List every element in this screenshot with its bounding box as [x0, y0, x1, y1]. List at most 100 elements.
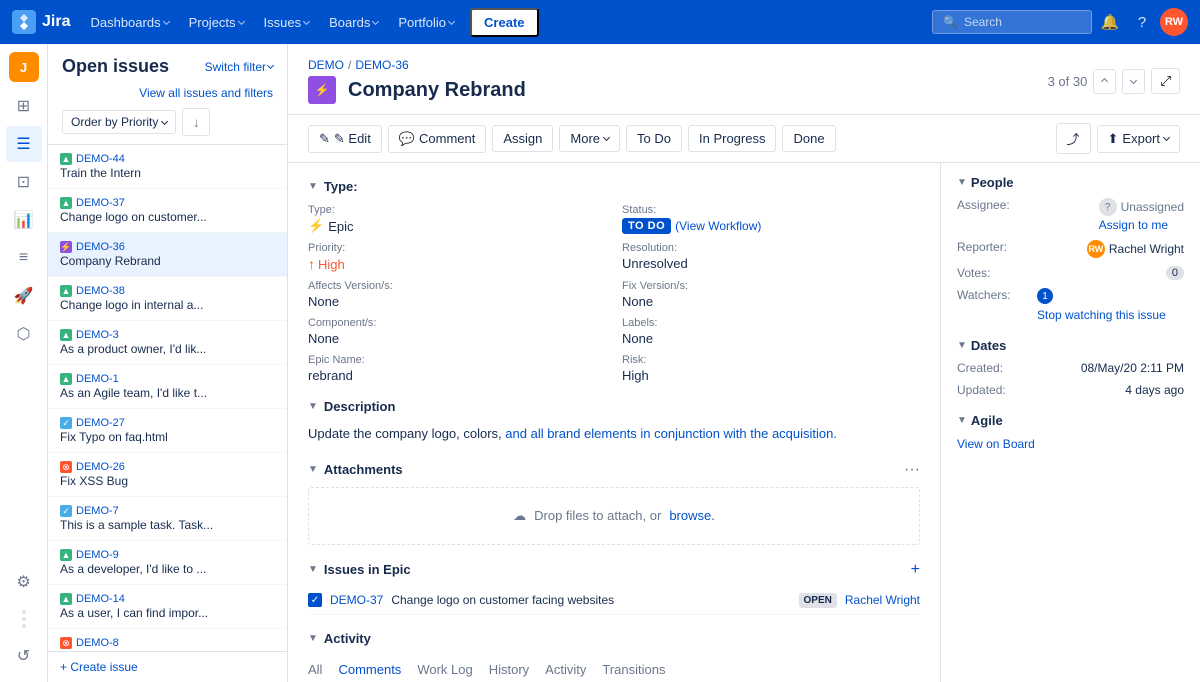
people-section: ▼ People Assignee: ? Unassigned Assign t…	[957, 175, 1184, 322]
nav-portfolio[interactable]: Portfolio	[390, 11, 462, 34]
search-box[interactable]: 🔍 Search	[932, 10, 1092, 34]
attachments-header[interactable]: ▼ Attachments	[308, 462, 403, 477]
order-by-button[interactable]: Order by Priority	[62, 110, 176, 134]
affects-value: None	[308, 294, 606, 309]
issue-id: DEMO-36	[76, 241, 125, 253]
create-issue-footer[interactable]: + Create issue	[48, 651, 287, 682]
epic-issue-assignee[interactable]: Rachel Wright	[845, 593, 920, 607]
list-item[interactable]: ✓ DEMO-7 This is a sample task. Task...	[48, 497, 287, 541]
epic-issue-checkbox[interactable]: ✓	[308, 593, 322, 607]
done-button[interactable]: Done	[782, 125, 835, 152]
nav-projects[interactable]: Projects	[181, 11, 252, 34]
dates-header[interactable]: ▼ Dates	[957, 338, 1184, 353]
sidebar-releases[interactable]: 🚀	[6, 278, 42, 314]
details-section-header[interactable]: ▼ Type:	[308, 179, 920, 194]
switch-filter[interactable]: Switch filter	[205, 60, 273, 74]
agile-header[interactable]: ▼ Agile	[957, 413, 1184, 428]
user-avatar[interactable]: RW	[1160, 8, 1188, 36]
issue-id: DEMO-27	[76, 417, 125, 429]
next-issue-button[interactable]	[1122, 69, 1145, 94]
nav-boards[interactable]: Boards	[321, 11, 386, 34]
edit-icon: ✎	[319, 131, 330, 147]
attachments-section: ▼ Attachments ··· ☁ Drop files to attach…	[308, 461, 920, 545]
help-icon[interactable]: ?	[1128, 8, 1156, 36]
list-item[interactable]: ▲ DEMO-3 As a product owner, I'd lik...	[48, 321, 287, 365]
list-item[interactable]: ▲ DEMO-14 As a user, I can find impor...	[48, 585, 287, 629]
sidebar-reports[interactable]: 📊	[6, 202, 42, 238]
attachments-dropzone[interactable]: ☁ Drop files to attach, or browse.	[308, 487, 920, 545]
epic-issue-status: OPEN	[799, 593, 837, 608]
tab-comments[interactable]: Comments	[338, 656, 401, 682]
description-header[interactable]: ▼ Description	[308, 399, 920, 414]
sort-direction-button[interactable]: ↓	[182, 108, 210, 136]
list-item[interactable]: ⊗ DEMO-8	[48, 629, 287, 651]
list-item[interactable]: ▲ DEMO-38 Change logo in internal a...	[48, 277, 287, 321]
browse-link[interactable]: browse.	[669, 508, 715, 523]
stop-watching-link[interactable]: Stop watching this issue	[1037, 308, 1166, 322]
list-item[interactable]: ▲ DEMO-44 Train the Intern	[48, 145, 287, 189]
assign-button[interactable]: Assign	[492, 125, 553, 152]
tab-transitions[interactable]: Transitions	[602, 656, 665, 682]
list-item[interactable]: ▲ DEMO-9 As a developer, I'd like to ...	[48, 541, 287, 585]
add-epic-issue-button[interactable]: +	[911, 561, 920, 579]
sidebar-issues[interactable]: ☰	[6, 126, 42, 162]
more-button[interactable]: More	[559, 125, 620, 152]
people-header[interactable]: ▼ People	[957, 175, 1184, 190]
tab-all[interactable]: All	[308, 656, 322, 682]
logo[interactable]: Jira	[12, 10, 70, 34]
share-button[interactable]: ⤴	[1056, 123, 1091, 154]
story-icon: ▲	[60, 329, 72, 341]
comment-button[interactable]: 💬 Comment	[388, 125, 487, 153]
sidebar-home[interactable]: ⊞	[6, 88, 42, 124]
nav-issues[interactable]: Issues	[256, 11, 318, 34]
sidebar-settings[interactable]: ⚙	[6, 564, 42, 600]
breadcrumb-issue[interactable]: DEMO-36	[355, 58, 408, 72]
list-item[interactable]: ▲ DEMO-1 As an Agile team, I'd like t...	[48, 365, 287, 409]
activity-header[interactable]: ▼ Activity	[308, 631, 920, 646]
issue-id: DEMO-3	[76, 329, 119, 341]
watchers-count: 1	[1037, 288, 1053, 304]
unassigned-icon: ?	[1099, 198, 1117, 216]
epic-issue-id[interactable]: DEMO-37	[330, 593, 383, 607]
status-value: TO DO (View Workflow)	[622, 218, 920, 234]
view-on-board-link[interactable]: View on Board	[957, 437, 1035, 451]
attachments-menu[interactable]: ···	[904, 461, 920, 479]
story-icon: ▲	[60, 549, 72, 561]
export-button[interactable]: ⬆ Export	[1097, 125, 1180, 153]
issue-title: As a developer, I'd like to ...	[60, 562, 275, 576]
notifications-icon[interactable]: 🔔	[1096, 8, 1124, 36]
sidebar-backlog[interactable]: ≡	[6, 240, 42, 276]
sidebar-collapse[interactable]: ↺	[6, 638, 42, 674]
assign-to-me-link[interactable]: Assign to me	[1099, 218, 1184, 232]
create-button[interactable]: Create	[470, 8, 538, 37]
list-item[interactable]: ▲ DEMO-37 Change logo on customer...	[48, 189, 287, 233]
sidebar-board[interactable]: ⊡	[6, 164, 42, 200]
workflow-link[interactable]: (View Workflow)	[675, 219, 761, 233]
expand-issue-button[interactable]: ⤢	[1151, 68, 1180, 94]
updated-row: Updated: 4 days ago	[957, 383, 1184, 397]
prev-issue-button[interactable]	[1093, 69, 1116, 94]
issues-in-epic-header[interactable]: ▼ Issues in Epic	[308, 562, 411, 577]
issue-sidebar: ▼ People Assignee: ? Unassigned Assign t…	[940, 163, 1200, 682]
list-item[interactable]: ✓ DEMO-27 Fix Typo on faq.html	[48, 409, 287, 453]
story-icon: ▲	[60, 593, 72, 605]
list-item[interactable]: ⊗ DEMO-26 Fix XSS Bug	[48, 453, 287, 497]
tab-activity[interactable]: Activity	[545, 656, 586, 682]
project-icon[interactable]: J	[9, 52, 39, 82]
sidebar-components[interactable]: ⬡	[6, 316, 42, 352]
watchers-row: Watchers: 1 Stop watching this issue	[957, 288, 1184, 322]
issues-panel: Open issues Switch filter View all issue…	[48, 44, 288, 682]
list-item[interactable]: ⚡ DEMO-36 Company Rebrand	[48, 233, 287, 277]
todo-button[interactable]: To Do	[626, 125, 682, 152]
view-all-issues-link[interactable]: View all issues and filters	[139, 86, 273, 100]
breadcrumb-project[interactable]: DEMO	[308, 58, 344, 72]
upload-cloud-icon: ☁	[513, 508, 526, 524]
tab-history[interactable]: History	[489, 656, 529, 682]
in-progress-button[interactable]: In Progress	[688, 125, 776, 152]
updated-value: 4 days ago	[1125, 383, 1184, 397]
priority-detail: Priority: ↑ High	[308, 242, 606, 272]
issue-title: Company Rebrand	[348, 79, 526, 102]
edit-button[interactable]: ✎ ✎ Edit	[308, 125, 382, 153]
nav-dashboards[interactable]: Dashboards	[82, 11, 176, 34]
tab-work-log[interactable]: Work Log	[417, 656, 472, 682]
